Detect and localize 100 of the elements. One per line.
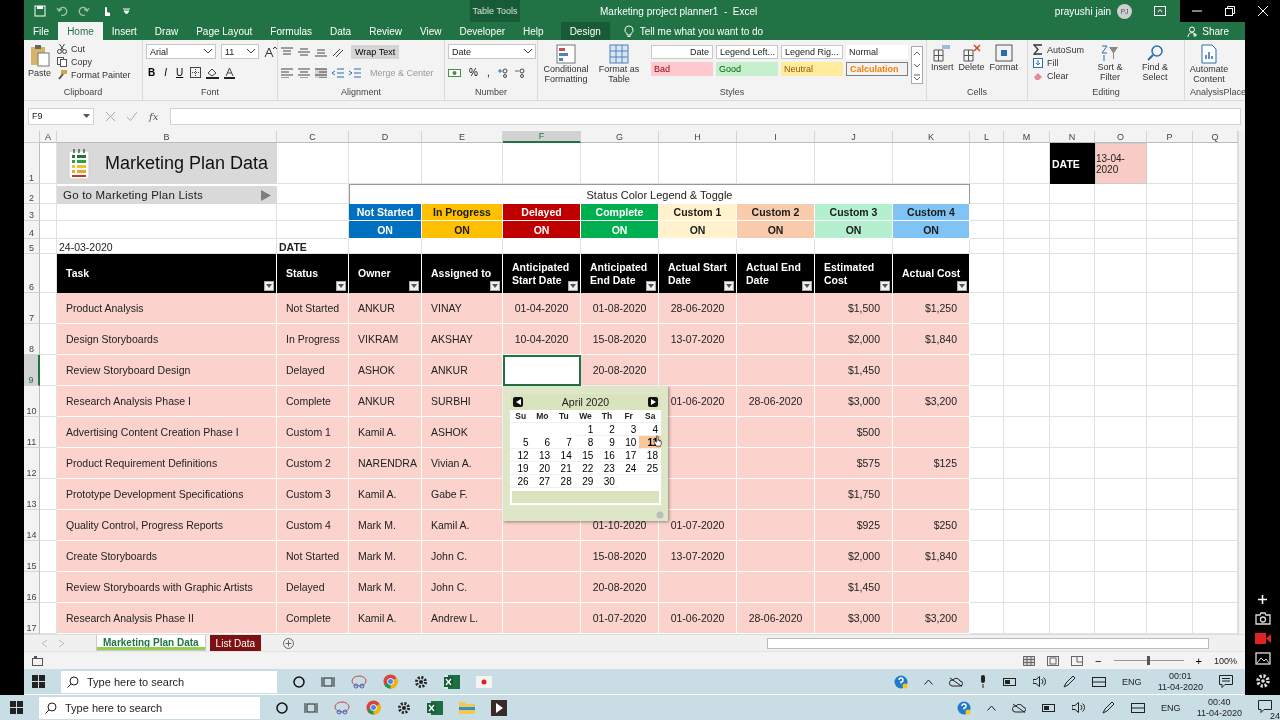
insert-cells-button[interactable]: Insert	[930, 43, 955, 74]
add-sheet-icon[interactable]	[283, 637, 295, 649]
italic-button[interactable]: I	[162, 67, 169, 78]
row-header[interactable]: 10	[24, 386, 40, 417]
borders-icon[interactable]	[190, 67, 202, 78]
filter-dropdown-button[interactable]	[264, 281, 274, 291]
calendar-day[interactable]: 18	[639, 449, 661, 462]
cell-style[interactable]: Date	[651, 45, 713, 59]
calendar-day[interactable]: 4	[639, 423, 661, 436]
row-header[interactable]: 15	[24, 541, 40, 572]
clock-time[interactable]: 00:40	[1208, 697, 1231, 708]
ribbon-tab[interactable]: Data	[321, 22, 361, 40]
column-header[interactable]: J	[815, 131, 893, 143]
calendar-day[interactable]: 17	[617, 449, 640, 462]
cell-style[interactable]: Legend Left...	[716, 45, 778, 59]
windows-start-icon[interactable]	[10, 701, 23, 714]
legend-toggle[interactable]: ON	[737, 221, 815, 239]
filter-dropdown-button[interactable]	[957, 281, 967, 291]
plus-icon[interactable]	[1258, 595, 1267, 604]
zoom-out-button[interactable]: −	[1095, 654, 1102, 667]
delete-cells-button[interactable]: Delete	[957, 43, 986, 74]
excel-icon[interactable]	[444, 674, 460, 689]
column-header[interactable]: M	[1004, 131, 1050, 143]
comma-style-button[interactable]: ,	[484, 67, 492, 78]
calendar-day[interactable]: 19	[510, 462, 532, 475]
calendar-day[interactable]: 22	[574, 462, 597, 475]
calendar-day[interactable]: 13	[531, 449, 554, 462]
fill-button[interactable]: Fill	[1031, 57, 1087, 69]
zoom-in-button[interactable]: +	[1195, 654, 1202, 667]
column-header[interactable]: D	[349, 131, 422, 143]
calendar-day[interactable]: 24	[617, 462, 640, 475]
calendar-day[interactable]: 21	[553, 462, 575, 475]
row-header[interactable]: 1	[24, 143, 40, 184]
cell-style[interactable]: Neutral	[781, 62, 843, 76]
clear-button[interactable]: Clear	[1031, 70, 1087, 82]
calendar-day[interactable]: 20	[531, 462, 554, 475]
volume-icon[interactable]	[1033, 676, 1048, 687]
zoom-slider-thumb[interactable]	[1146, 656, 1150, 665]
calendar-day[interactable]: 12	[510, 449, 532, 462]
chrome-icon[interactable]	[383, 674, 398, 689]
ribbon-tab[interactable]: File	[24, 22, 59, 40]
row-header[interactable]: 8	[24, 324, 40, 355]
gallery-scroll-icon[interactable]	[911, 46, 923, 84]
column-header[interactable]: Q	[1193, 131, 1238, 143]
calendar-day[interactable]: 14	[553, 449, 575, 462]
microphone-icon[interactable]	[979, 675, 988, 688]
cloud-icon[interactable]	[949, 676, 964, 687]
column-header[interactable]: G	[581, 131, 659, 143]
increase-indent-icon[interactable]	[349, 67, 361, 78]
calendar-day[interactable]: 6	[531, 436, 554, 449]
row-header[interactable]: 7	[24, 293, 40, 324]
row-header[interactable]: 2	[24, 184, 40, 204]
row-header[interactable]: 14	[24, 510, 40, 541]
ribbon-tab[interactable]: Developer	[450, 22, 515, 40]
notification-icon[interactable]	[1258, 700, 1272, 713]
increase-font-size-icon[interactable]	[264, 46, 277, 57]
calendar-day[interactable]: 9	[596, 436, 618, 449]
legend-toggle[interactable]: ON	[659, 221, 737, 239]
calendar-day[interactable]: 16	[596, 449, 618, 462]
normal-view-icon[interactable]	[1023, 655, 1036, 666]
legend-toggle[interactable]: ON	[815, 221, 893, 239]
format-as-table-button[interactable]: Format as Table	[594, 43, 644, 86]
row-header[interactable]: 5	[24, 239, 40, 254]
next-month-button[interactable]	[648, 397, 658, 407]
decrease-decimal-icon[interactable]	[513, 67, 526, 78]
horizontal-scrollbar[interactable]	[767, 637, 1209, 649]
row-header[interactable]: 13	[24, 479, 40, 510]
calendar-day[interactable]: 25	[639, 462, 661, 475]
restore-icon[interactable]	[1225, 6, 1235, 16]
formula-input[interactable]	[170, 107, 1241, 125]
row-header[interactable]: 17	[24, 603, 40, 634]
font-color-icon[interactable]	[224, 66, 236, 79]
column-header[interactable]: L	[970, 131, 1004, 143]
filter-dropdown-button[interactable]	[568, 281, 578, 291]
increase-decimal-icon[interactable]	[496, 67, 509, 78]
pen-icon[interactable]	[1063, 675, 1077, 688]
snipping-tool-icon[interactable]	[351, 674, 367, 689]
chrome-icon[interactable]	[366, 700, 381, 715]
calendar-day[interactable]: 23	[596, 462, 618, 475]
ribbon-display-icon[interactable]	[1154, 6, 1166, 16]
taskbar-search-field[interactable]: Type here to search	[39, 696, 260, 719]
ribbon-tab[interactable]: Formulas	[261, 22, 322, 40]
ribbon-tab[interactable]: Design	[560, 22, 610, 40]
calendar-day[interactable]: 28	[553, 475, 575, 488]
user-name[interactable]: prayushi jain	[1054, 5, 1111, 17]
task-view-icon[interactable]	[304, 701, 318, 714]
column-header[interactable]: N	[1050, 131, 1095, 143]
column-header[interactable]: I	[737, 131, 815, 143]
cortana-icon[interactable]	[276, 701, 288, 714]
autosum-button[interactable]: AutoSum	[1031, 43, 1087, 56]
snipping-tool-icon[interactable]	[334, 700, 350, 715]
cut-button[interactable]: Cut	[55, 43, 133, 55]
align-right-icon[interactable]	[315, 67, 327, 78]
record-icon[interactable]	[476, 675, 492, 688]
calendar-day[interactable]: 3	[617, 423, 640, 436]
fill-color-icon[interactable]	[206, 66, 220, 79]
redo-icon[interactable]	[78, 5, 90, 17]
column-header[interactable]: E	[422, 131, 503, 143]
paste-button[interactable]: Paste	[27, 43, 52, 80]
font-name-dropdown[interactable]: Arial	[146, 44, 216, 59]
